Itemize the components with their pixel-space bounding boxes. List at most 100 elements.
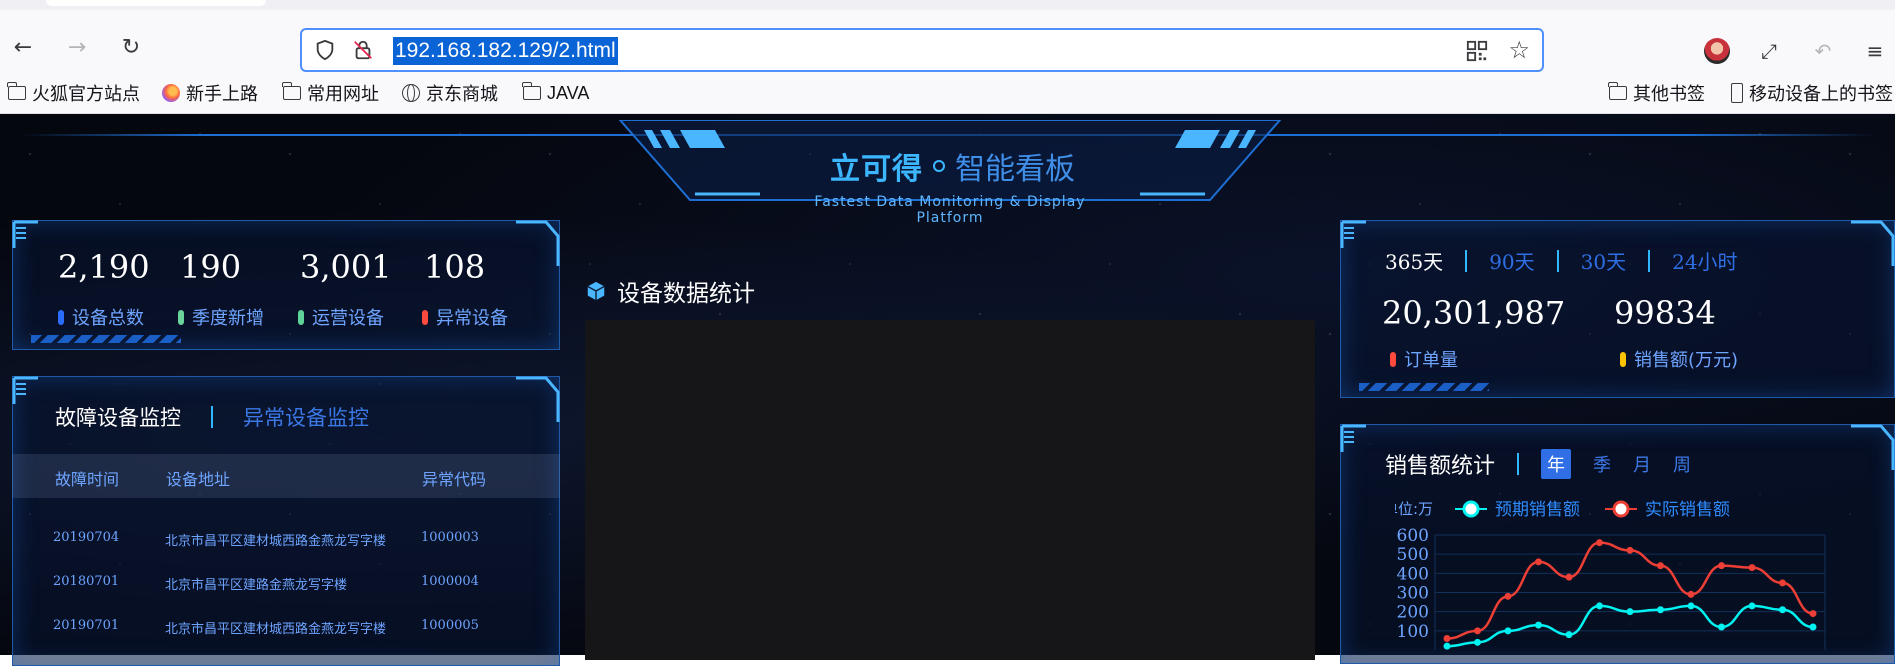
- bookmark-label: 常用网址: [307, 84, 379, 105]
- tab-strip: [0, 0, 1895, 10]
- cell-code: 1000004: [421, 574, 479, 589]
- bookmark-jd[interactable]: 京东商城: [402, 81, 498, 105]
- insecure-lock-icon[interactable]: [352, 39, 374, 61]
- back-icon[interactable]: ←: [8, 32, 38, 62]
- firefox-icon: [162, 84, 180, 102]
- center-title-text: 设备数据统计: [617, 281, 755, 307]
- sales-header: 销售额统计 年 季 月 周: [1385, 448, 1691, 480]
- period-week[interactable]: 周: [1673, 451, 1691, 477]
- data-point: [1779, 579, 1786, 587]
- bookmark-label: 其他书签: [1633, 84, 1705, 105]
- cell-address: 北京市昌平区建路金燕龙写字楼: [165, 578, 348, 593]
- shield-icon[interactable]: [314, 39, 336, 61]
- sales-label-text: 销售额(万元): [1634, 350, 1739, 371]
- bookmark-star-icon[interactable]: ☆: [1508, 38, 1530, 62]
- cube-icon: [587, 281, 605, 301]
- bookmark-label: 移动设备上的书签: [1749, 84, 1893, 105]
- data-point: [1535, 558, 1542, 566]
- data-point: [1626, 608, 1634, 616]
- tab-abnormal-monitor[interactable]: 异常设备监控: [243, 402, 369, 432]
- folder-icon: [1608, 82, 1627, 100]
- stat-label-text: 异常设备: [436, 308, 508, 329]
- data-point: [1687, 590, 1695, 598]
- undo-icon[interactable]: ↶: [1810, 38, 1836, 64]
- bookmark-common-urls[interactable]: 常用网址: [282, 81, 379, 105]
- url-text[interactable]: 192.168.182.129/2.html: [393, 37, 618, 65]
- tab-fault-monitor[interactable]: 故障设备监控: [55, 402, 181, 432]
- stat-label-text: 设备总数: [72, 308, 144, 329]
- cell-time: 20180701: [53, 574, 120, 589]
- cell-time: 20190701: [53, 618, 120, 633]
- data-point: [1718, 562, 1725, 570]
- page-title: 智能看板: [955, 152, 1075, 187]
- corner-decoration: [1340, 424, 1366, 452]
- period-quarter[interactable]: 季: [1593, 451, 1611, 477]
- data-point: [1474, 627, 1481, 635]
- account-avatar-icon[interactable]: [1704, 38, 1730, 64]
- mobile-icon: [1731, 83, 1743, 103]
- stat-value: 190: [180, 248, 242, 286]
- bookmark-other[interactable]: 其他书签: [1608, 81, 1705, 105]
- status-dot: [58, 309, 64, 325]
- legend-label: 实际销售额: [1645, 500, 1730, 520]
- stat-label: 异常设备: [422, 304, 508, 330]
- data-point: [1779, 606, 1786, 614]
- reload-icon[interactable]: ↻: [116, 32, 146, 62]
- bookmarks-toolbar: 火狐官方站点 新手上路 常用网址 京东商城 JAVA 其他书签 移动设备上的书签: [0, 73, 1895, 114]
- legend-marker: [1612, 500, 1630, 518]
- stat-value: 108: [424, 248, 486, 286]
- forward-icon[interactable]: →: [62, 32, 92, 62]
- url-bar[interactable]: 192.168.182.129/2.html ☆: [300, 28, 1544, 72]
- active-tab-edge[interactable]: [46, 0, 266, 6]
- bookmark-label: 新手上路: [186, 84, 258, 105]
- globe-icon: [402, 84, 420, 102]
- crop-screenshot-icon[interactable]: ⤢: [1756, 38, 1782, 64]
- stat-label: 设备总数: [58, 304, 144, 330]
- bookmark-label: 火狐官方站点: [32, 84, 140, 105]
- data-point: [1474, 638, 1481, 646]
- range-separator: [1648, 249, 1651, 272]
- cell-address: 北京市昌平区建材城西路金燕龙写字楼: [165, 534, 387, 549]
- bookmark-label: 京东商城: [426, 84, 498, 105]
- data-point: [1687, 602, 1695, 610]
- bookmark-label: JAVA: [547, 82, 590, 103]
- data-point: [1535, 621, 1542, 629]
- data-point: [1443, 635, 1451, 642]
- corner-decoration: [1851, 220, 1895, 266]
- brand-dot: [933, 160, 945, 172]
- qr-code-icon[interactable]: [1466, 40, 1488, 62]
- stat-value: 2,190: [58, 248, 150, 286]
- range-30d[interactable]: 30天: [1581, 246, 1626, 275]
- legend-label: 预期销售额: [1495, 500, 1580, 520]
- status-dot: [1390, 351, 1396, 367]
- sales-amount: 99834: [1614, 294, 1716, 332]
- bookmark-java[interactable]: JAVA: [522, 81, 590, 105]
- corner-decoration: [516, 220, 560, 266]
- menu-icon[interactable]: ≡: [1862, 38, 1888, 64]
- cell-code: 1000005: [421, 618, 479, 633]
- bookmark-mobile[interactable]: 移动设备上的书签: [1731, 81, 1893, 105]
- data-point: [1626, 546, 1634, 554]
- sales-label: 销售额(万元): [1620, 346, 1738, 372]
- column-header: 异常代码: [422, 470, 487, 489]
- stat-label-text: 季度新增: [192, 308, 264, 329]
- cell-time: 20190704: [53, 530, 120, 545]
- period-month[interactable]: 月: [1633, 451, 1651, 477]
- cell-code: 1000003: [421, 530, 479, 545]
- column-header: 故障时间: [55, 470, 120, 489]
- center-section-title: 设备数据统计: [585, 274, 755, 308]
- range-365d[interactable]: 365天: [1385, 246, 1443, 275]
- data-point: [1443, 642, 1451, 650]
- period-year[interactable]: 年: [1541, 449, 1572, 479]
- corner-decoration: [1340, 220, 1366, 248]
- brand-logo: 立可得: [830, 152, 923, 187]
- stat-value: 3,001: [300, 248, 392, 286]
- legend-marker: [1462, 500, 1480, 518]
- corner-decoration: [12, 220, 38, 248]
- range-24h[interactable]: 24小时: [1672, 246, 1737, 275]
- range-90d[interactable]: 90天: [1489, 246, 1534, 275]
- bookmark-firefox-site[interactable]: 火狐官方站点: [7, 81, 140, 105]
- data-point: [1565, 631, 1573, 639]
- bookmark-getting-started[interactable]: 新手上路: [162, 81, 258, 105]
- range-selector: 365天 90天 30天 24小时: [1385, 246, 1738, 275]
